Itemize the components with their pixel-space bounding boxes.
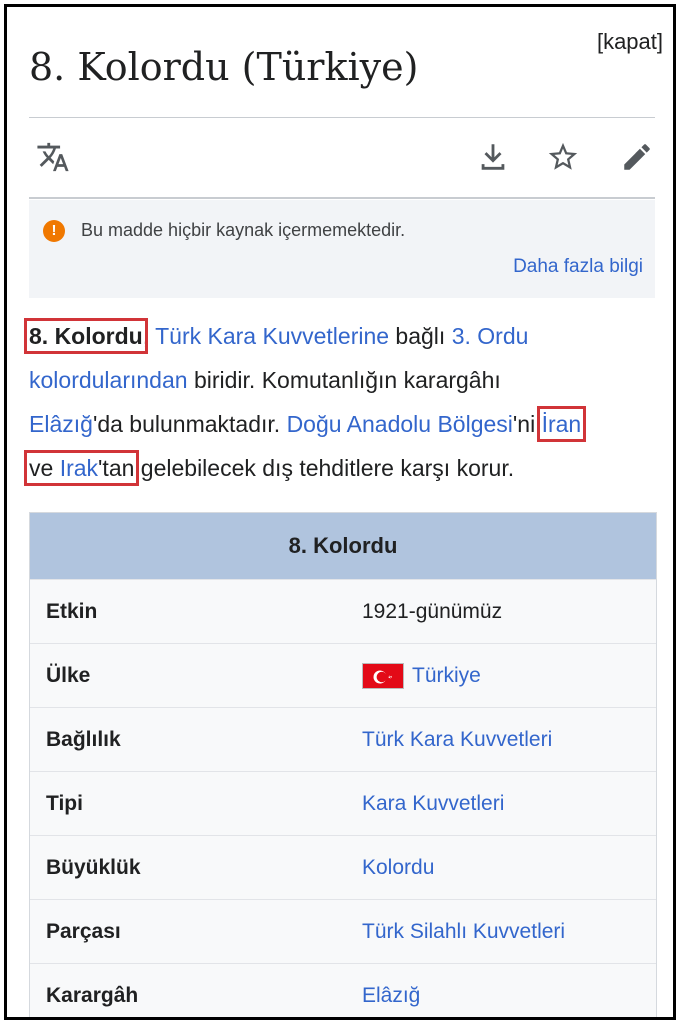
- infobox-value: 1921-günümüz: [362, 600, 503, 623]
- intro-line-2: kolordularından biridir. Komutanlığın ka…: [29, 358, 673, 402]
- toolbar-divider: [29, 197, 655, 199]
- infobox-value-link[interactable]: Kolordu: [362, 836, 434, 900]
- infobox-label: Etkin: [46, 600, 98, 623]
- link-kolordularindan[interactable]: kolordularından: [29, 367, 188, 393]
- article-frame: [kapat] 8. Kolordu (Türkiye) ! Bu madde …: [4, 4, 676, 1020]
- infobox-value-link[interactable]: Türk Kara Kuvvetleri: [362, 708, 552, 772]
- infobox-label: Karargâh: [46, 984, 139, 1007]
- intro-line-3: Elâzığ'da bulunmaktadır. Doğu Anadolu Bö…: [29, 402, 673, 446]
- infobox-row-buyukluk: Büyüklük Kolordu: [30, 835, 656, 899]
- translate-icon[interactable]: [33, 137, 73, 177]
- infobox: 8. Kolordu Etkin 1921-günümüz Ülke Türki…: [29, 512, 657, 1017]
- intro-text: gelebilecek dış tehditlere karşı korur.: [134, 455, 515, 481]
- infobox-value-link[interactable]: Kara Kuvvetleri: [362, 772, 504, 836]
- link-elazig[interactable]: Elâzığ: [29, 411, 93, 437]
- intro-text: 'tan: [98, 455, 135, 481]
- infobox-title: 8. Kolordu: [30, 513, 656, 579]
- intro-text: 'ni: [512, 411, 542, 437]
- intro-comma: ,: [142, 323, 150, 349]
- infobox-row-parcasi: Parçası Türk Silahlı Kuvvetleri: [30, 899, 656, 963]
- no-sources-notice: ! Bu madde hiçbir kaynak içermemektedir.…: [29, 200, 655, 298]
- more-info-link[interactable]: Daha fazla bilgi: [513, 256, 643, 278]
- intro-text: 'da bulunmaktadır.: [92, 411, 287, 437]
- link-irak[interactable]: Irak: [60, 455, 98, 481]
- link-iran[interactable]: İran: [536, 406, 587, 442]
- article-subject-bold: 8. Kolordu: [24, 318, 148, 354]
- infobox-value-link: Türkiye: [362, 644, 481, 708]
- highlight-ve-irak: ve Irak'tan: [23, 450, 140, 486]
- turkey-flag-icon[interactable]: [362, 663, 404, 690]
- infobox-label: Tipi: [46, 792, 83, 815]
- intro-line-1: 8. Kolordu, Türk Kara Kuvvetlerine bağlı…: [24, 314, 673, 358]
- link-turk-kara-kuvvetlerine[interactable]: Türk Kara Kuvvetlerine: [155, 323, 389, 349]
- infobox-label: Ülke: [46, 664, 91, 687]
- star-icon[interactable]: [543, 137, 583, 177]
- infobox-row-ulke: Ülke Türkiye: [30, 643, 656, 707]
- notice-text: Bu madde hiçbir kaynak içermemektedir.: [81, 220, 406, 240]
- article-intro: 8. Kolordu, Türk Kara Kuvvetlerine bağlı…: [23, 314, 673, 490]
- intro-line-4: ve Irak'tan gelebilecek dış tehditlere k…: [23, 446, 673, 490]
- infobox-row-etkin: Etkin 1921-günümüz: [30, 579, 656, 643]
- link-dogu-anadolu-bolgesi[interactable]: Doğu Anadolu Bölgesi: [287, 411, 513, 437]
- link-turkiye[interactable]: Türkiye: [412, 664, 481, 687]
- warning-icon: !: [43, 220, 65, 242]
- infobox-label: Bağlılık: [46, 728, 121, 751]
- intro-text: ve: [29, 455, 60, 481]
- infobox-label: Büyüklük: [46, 856, 141, 879]
- infobox-value-link[interactable]: Elâzığ: [362, 964, 420, 1017]
- intro-text: biridir. Komutanlığın karargâhı: [187, 367, 501, 393]
- infobox-label: Parçası: [46, 920, 121, 943]
- infobox-row-tipi: Tipi Kara Kuvvetleri: [30, 771, 656, 835]
- infobox-row-baglilik: Bağlılık Türk Kara Kuvvetleri: [30, 707, 656, 771]
- intro-text: bağlı: [389, 323, 452, 349]
- close-link[interactable]: [kapat]: [597, 29, 663, 55]
- page-title: 8. Kolordu (Türkiye): [29, 45, 419, 89]
- infobox-value-link[interactable]: Türk Silahlı Kuvvetleri: [362, 900, 565, 964]
- infobox-row-karargah: Karargâh Elâzığ: [30, 963, 656, 1017]
- page-actions-toolbar: [29, 137, 655, 181]
- title-divider: [29, 117, 655, 118]
- link-3-ordu[interactable]: 3. Ordu: [452, 323, 529, 349]
- edit-icon[interactable]: [617, 137, 657, 177]
- download-icon[interactable]: [473, 137, 513, 177]
